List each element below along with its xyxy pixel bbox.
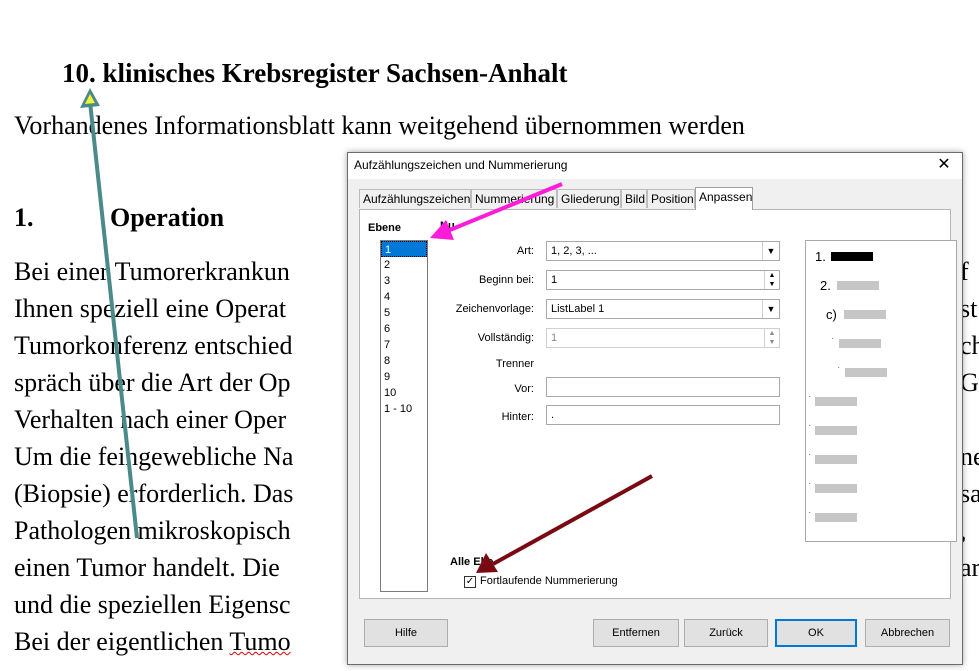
body-line: Um die feingewebliche Na [14, 442, 294, 471]
spin-buttons: ▲ ▼ [764, 329, 779, 347]
preview-bar [844, 310, 886, 319]
type-label: Art: [516, 245, 534, 257]
preview-bar-active [831, 252, 873, 261]
spin-buttons[interactable]: ▲ ▼ [764, 271, 779, 289]
tab-customize[interactable]: Anpassen [695, 187, 753, 210]
numbering-group-label: Nu [440, 220, 455, 232]
level-listbox[interactable]: 1 2 3 4 5 6 7 8 9 10 1 - 10 [380, 240, 428, 592]
dialog-title: Aufzählungszeichen und Nummerierung [354, 158, 568, 172]
preview-bar [815, 484, 857, 493]
body-line: spräch über die Art der Op [14, 368, 291, 397]
level-item-1[interactable]: 1 [381, 241, 427, 257]
preview-label-2: 2. [820, 278, 831, 293]
level-item-2[interactable]: 2 [381, 257, 427, 273]
all-levels-label: Alle Ebe [450, 556, 494, 568]
type-select[interactable]: 1, 2, 3, ... ▼ [546, 241, 780, 261]
level-item-7[interactable]: 7 [381, 337, 427, 353]
remove-button[interactable]: Entfernen [593, 619, 679, 647]
start-label: Beginn bei: [478, 274, 534, 286]
tab-image[interactable]: Bild [621, 189, 647, 208]
preview-bar [815, 397, 857, 406]
preview-bar [815, 513, 857, 522]
ok-button[interactable]: OK [775, 619, 857, 647]
consecutive-numbering-label[interactable]: Fortlaufende Nummerierung [480, 575, 618, 587]
section-title: Operation [110, 203, 225, 232]
level-item-4[interactable]: 4 [381, 289, 427, 305]
body-line: (Biopsie) erforderlich. Das [14, 479, 294, 508]
show-sublevels-value: 1 [551, 332, 558, 344]
start-value: 1 [551, 274, 558, 286]
char-style-value: ListLabel 1 [551, 303, 605, 315]
level-item-10[interactable]: 10 [381, 385, 427, 401]
reset-button[interactable]: Zurück [684, 619, 768, 647]
preview-dot: · [831, 333, 835, 344]
dialog-titlebar[interactable]: Aufzählungszeichen und Nummerierung ✕ [348, 153, 962, 179]
consecutive-numbering-checkbox[interactable]: ✓ [464, 576, 476, 588]
spin-down-icon[interactable]: ▼ [765, 280, 779, 289]
cancel-button[interactable]: Abbrechen [865, 619, 950, 647]
after-input[interactable]: . [546, 405, 780, 425]
body-line: Ihnen speziell eine Operat [14, 294, 287, 323]
level-label: Ebene [368, 222, 402, 234]
body-line-last: Bei der eigentlichen Tumo [14, 627, 291, 657]
body-line: und die speziellen Eigensc [14, 590, 291, 619]
preview-dot: · [808, 449, 812, 460]
level-item-9[interactable]: 9 [381, 369, 427, 385]
preview-bar [815, 426, 857, 435]
chevron-down-icon[interactable]: ▼ [762, 242, 779, 260]
level-item-all[interactable]: 1 - 10 [381, 401, 427, 417]
body-line: Pathologen mikroskopisch [14, 516, 291, 545]
before-label: Vor: [514, 383, 534, 395]
body-line: Verhalten nach einer Oper [14, 405, 287, 434]
numbering-preview: 1. 2. c) · · · · · · · [805, 240, 957, 542]
misspelled-word: Tumo [229, 627, 291, 656]
spin-down-icon: ▼ [768, 339, 776, 346]
chevron-down-icon[interactable]: ▼ [762, 300, 779, 318]
char-style-select[interactable]: ListLabel 1 ▼ [546, 299, 780, 319]
level-item-6[interactable]: 6 [381, 321, 427, 337]
preview-label-1: 1. [815, 249, 826, 264]
preview-bar [845, 368, 887, 377]
start-spinner[interactable]: 1 ▲ ▼ [546, 270, 780, 290]
preview-bar [837, 281, 879, 290]
document-intro: Vorhandenes Informationsblatt kann weitg… [14, 111, 745, 140]
preview-dot: · [808, 391, 812, 402]
help-button[interactable]: Hilfe [364, 619, 448, 647]
preview-bar [839, 339, 881, 348]
customize-panel: Ebene 1 2 3 4 5 6 7 8 9 10 1 - 10 Nu Art… [359, 209, 957, 599]
tab-outline[interactable]: Gliederung [557, 189, 621, 208]
show-sublevels-label: Vollständig: [477, 332, 534, 344]
body-line: Bei einer Tumorerkrankun [14, 257, 290, 286]
level-item-3[interactable]: 3 [381, 273, 427, 289]
section-number: 1. [14, 203, 34, 232]
tab-numbering[interactable]: Nummerierung [471, 189, 557, 208]
show-sublevels-spinner: 1 ▲ ▼ [546, 328, 780, 348]
preview-dot: · [837, 362, 841, 373]
spin-up-icon[interactable]: ▲ [765, 271, 779, 280]
separator-label: Trenner [495, 358, 534, 370]
after-label: Hinter: [501, 411, 534, 423]
body-line: einen Tumor handelt. Die [14, 553, 280, 582]
preview-label-3: c) [826, 307, 837, 322]
last-line-prefix: Bei der eigentlichen [14, 627, 230, 656]
before-input[interactable] [546, 377, 780, 397]
close-icon[interactable]: ✕ [934, 155, 954, 175]
type-value: 1, 2, 3, ... [551, 245, 597, 257]
preview-bar [815, 455, 857, 464]
preview-dot: · [808, 478, 812, 489]
level-item-8[interactable]: 8 [381, 353, 427, 369]
tab-position[interactable]: Position [647, 189, 695, 208]
tab-bullets[interactable]: Aufzählungszeichen [359, 189, 471, 208]
level-item-5[interactable]: 5 [381, 305, 427, 321]
body-line: Tumorkonferenz entschied [14, 331, 293, 360]
char-style-label: Zeichenvorlage: [455, 303, 534, 315]
document-title: 10. klinisches Krebsregister Sachsen-Anh… [62, 58, 568, 88]
preview-dot: · [808, 507, 812, 518]
preview-dot: · [808, 420, 812, 431]
bullets-numbering-dialog: Aufzählungszeichen und Nummerierung ✕ Au… [347, 152, 963, 665]
spin-up-icon: ▲ [768, 330, 776, 337]
